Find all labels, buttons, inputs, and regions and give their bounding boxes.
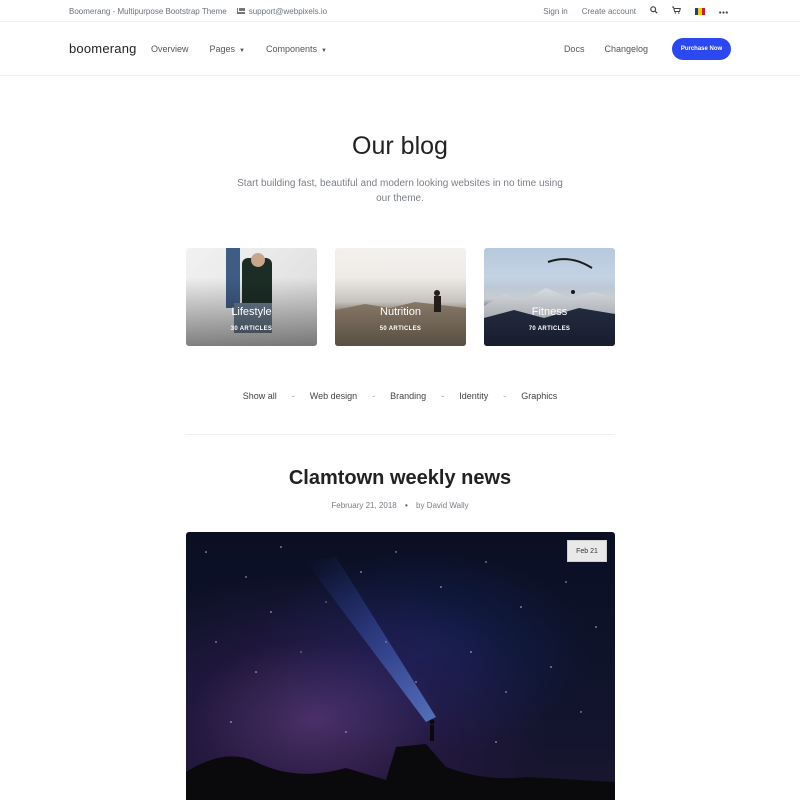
top-bar-left: Boomerang - Multipurpose Bootstrap Theme… xyxy=(69,0,327,22)
category-title: Fitness xyxy=(531,306,568,318)
post-featured-image[interactable]: Feb 21 xyxy=(186,532,615,800)
top-bar: Boomerang - Multipurpose Bootstrap Theme… xyxy=(0,0,800,22)
category-card-fitness[interactable]: Fitness 70 ARTICLES xyxy=(484,248,615,346)
support-email[interactable]: support@webpixels.io xyxy=(236,6,328,16)
search-icon[interactable] xyxy=(650,6,658,16)
section-divider xyxy=(185,434,615,435)
category-count: 70 ARTICLES xyxy=(528,326,571,332)
site-title: Boomerang - Multipurpose Bootstrap Theme xyxy=(69,6,227,16)
date-badge: Feb 21 xyxy=(567,540,607,562)
filter-web-design[interactable]: Web design xyxy=(310,391,357,401)
category-count: 50 ARTICLES xyxy=(379,326,422,332)
purchase-now-button[interactable]: Purchase Now xyxy=(672,38,731,60)
nav-links: Overview Pages ▼ Components ▼ xyxy=(151,22,327,76)
category-title: Lifestyle xyxy=(231,306,272,318)
envelope-icon xyxy=(236,8,245,14)
category-count: 30 ARTICLES xyxy=(230,326,273,332)
nav-docs[interactable]: Docs xyxy=(564,44,585,54)
main-navbar: boomerang Overview Pages ▼ Components ▼ Do… xyxy=(0,22,800,76)
filter-graphics[interactable]: Graphics xyxy=(521,391,557,401)
category-card-lifestyle[interactable]: Lifestyle 30 ARTICLES xyxy=(186,248,317,346)
post-date: February 21, 2018 xyxy=(331,501,397,510)
create-account-link[interactable]: Create account xyxy=(582,7,636,16)
nav-pages-dropdown[interactable]: Pages ▼ xyxy=(210,44,245,54)
cart-icon[interactable] xyxy=(672,6,681,16)
language-flag-icon[interactable] xyxy=(695,7,705,15)
category-card-nutrition[interactable]: Nutrition 50 ARTICLES xyxy=(335,248,466,346)
filter-branding[interactable]: Branding xyxy=(390,391,426,401)
more-options-icon[interactable] xyxy=(719,7,728,16)
nav-components-label: Components xyxy=(266,44,318,54)
nav-components-dropdown[interactable]: Components ▼ xyxy=(266,44,327,54)
brand-logo[interactable]: boomerang xyxy=(69,41,137,56)
page-title: Our blog xyxy=(352,132,448,160)
nav-pages-label: Pages xyxy=(209,44,236,54)
caret-down-icon: ▼ xyxy=(239,48,245,54)
filter-show-all[interactable]: Show all xyxy=(243,391,277,401)
nav-overview[interactable]: Overview xyxy=(151,44,189,54)
nav-right: Docs Changelog Purchase Now xyxy=(564,22,731,76)
page-subtitle: Start building fast, beautiful and moder… xyxy=(237,178,563,204)
support-email-text: support@webpixels.io xyxy=(248,6,328,16)
sign-in-link[interactable]: Sign in xyxy=(543,7,567,16)
blog-filters: Show all - Web design - Branding - Ident… xyxy=(242,391,558,401)
post-author[interactable]: by David Wally xyxy=(416,501,469,510)
post-meta: February 21, 2018 • by David Wally xyxy=(331,501,469,510)
top-bar-right: Sign in Create account xyxy=(543,0,728,22)
category-title: Nutrition xyxy=(380,306,421,318)
nav-changelog[interactable]: Changelog xyxy=(604,44,648,54)
post-title[interactable]: Clamtown weekly news xyxy=(0,467,800,490)
caret-down-icon: ▼ xyxy=(321,48,327,54)
filter-identity[interactable]: Identity xyxy=(459,391,488,401)
